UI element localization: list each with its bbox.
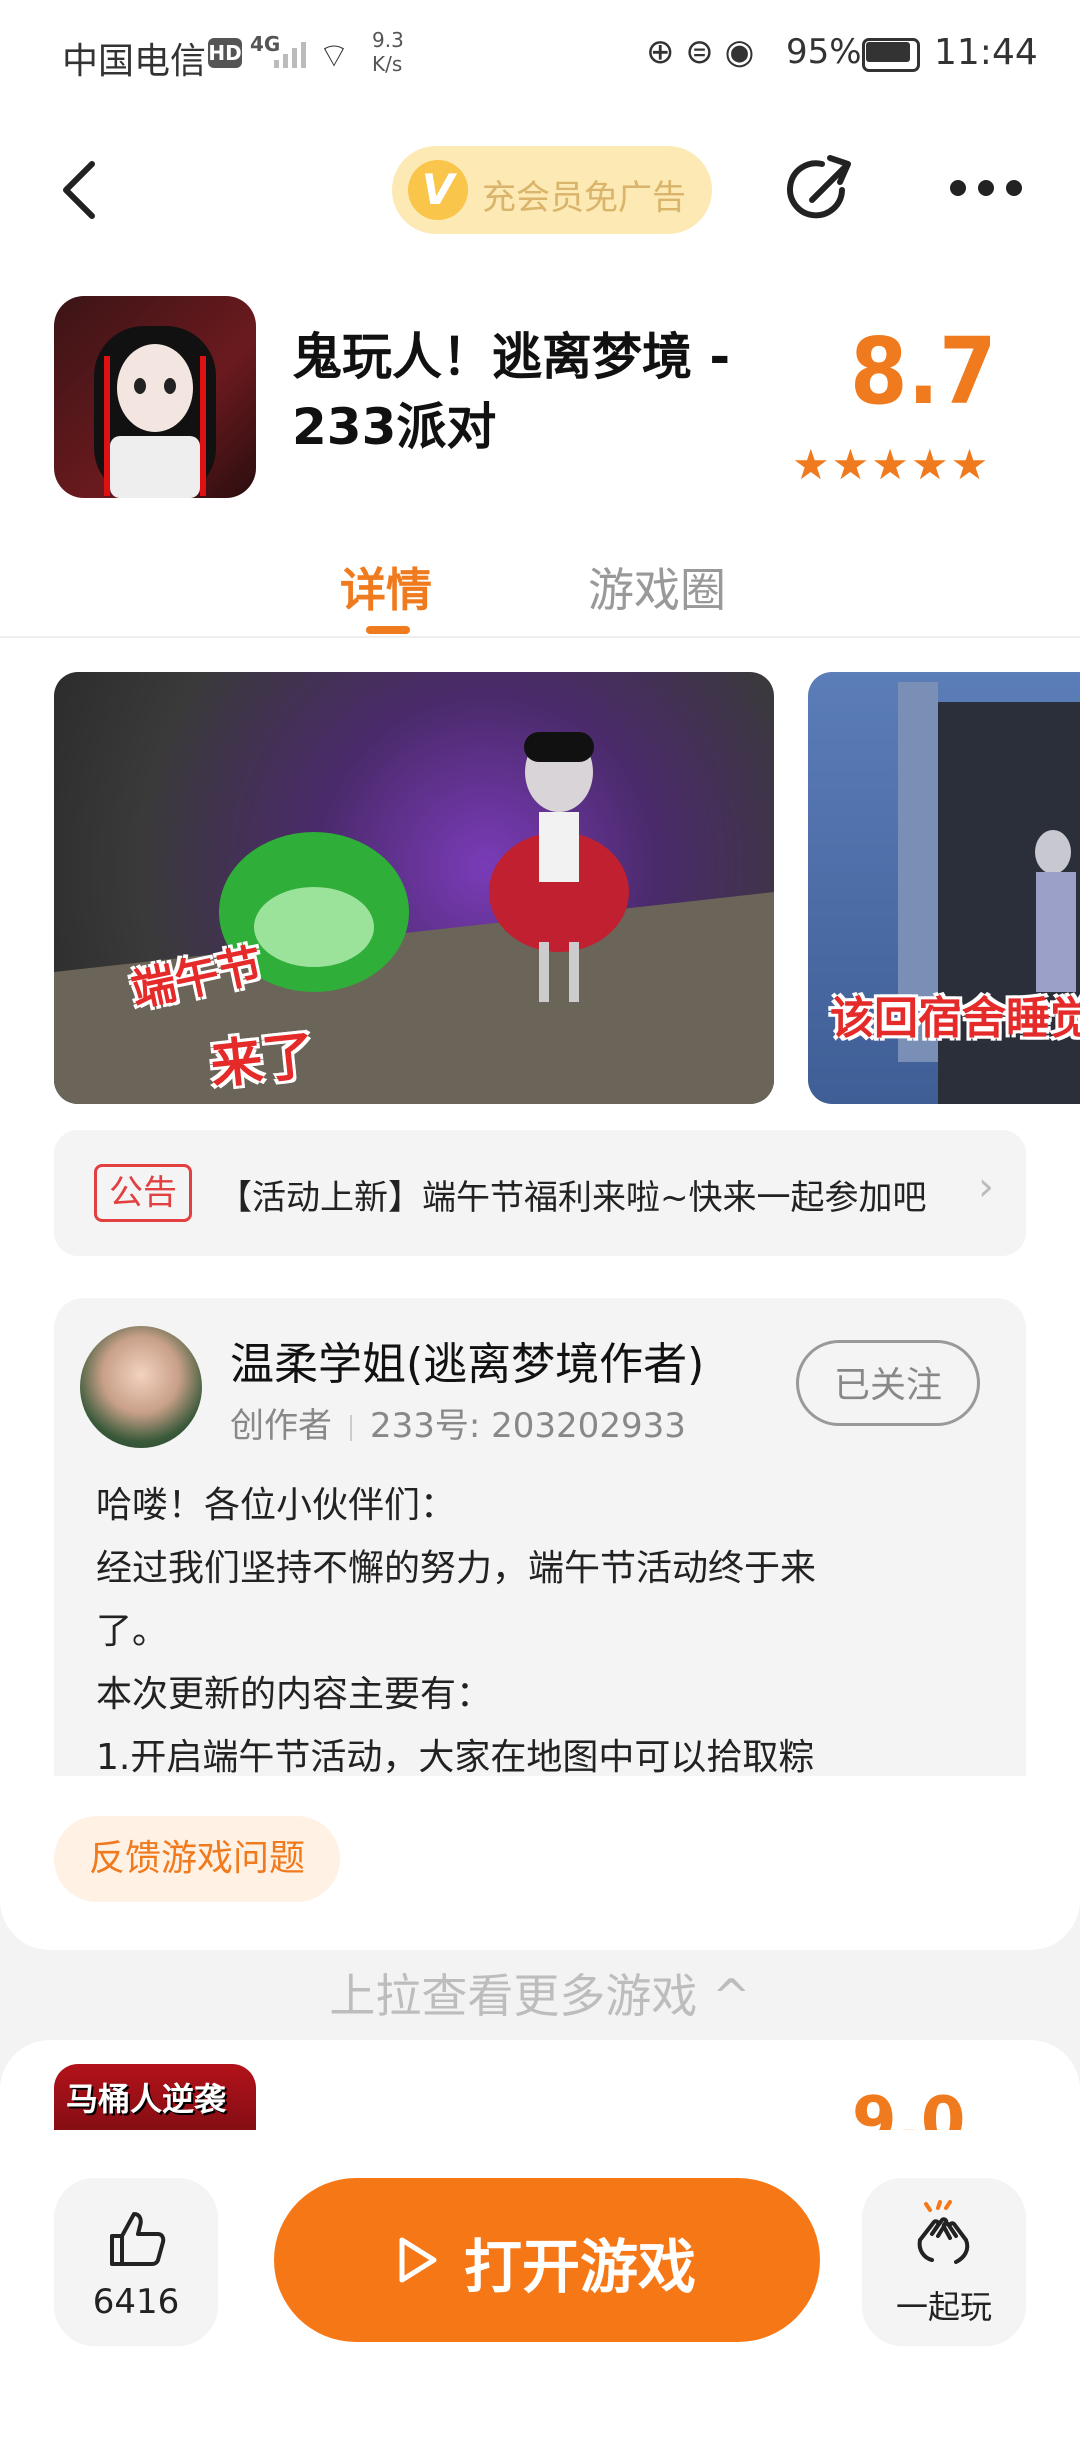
active-tab-indicator: [366, 626, 410, 634]
post-line: 1.开启端午节活动，大家在地图中可以拾取粽: [96, 1737, 815, 1776]
system-icons: ⊕ ⊜ ◉: [646, 32, 755, 72]
tab-game-circle[interactable]: 游戏圈: [588, 554, 726, 620]
screenshot-1[interactable]: [54, 672, 774, 1104]
meta-divider: [350, 1414, 352, 1441]
play-together-label: 一起玩: [895, 2288, 992, 2326]
post-line: 哈喽！各位小伙伴们：: [96, 1485, 457, 1526]
carrier-label: 中国电信: [62, 41, 207, 82]
tab-details[interactable]: 详情: [340, 554, 432, 620]
post-line: 经过我们坚持不懈的努力，端午节活动终于来: [96, 1548, 817, 1589]
back-arrow-icon[interactable]: [52, 150, 112, 230]
play-icon: [399, 2237, 437, 2283]
like-count: 6416: [92, 2282, 180, 2322]
next-game-icon-text: 马桶人逆袭: [66, 2080, 227, 2118]
announcement-bar[interactable]: 公告 【活动上新】端午节福利来啦~快来一起参加吧 ›: [54, 1130, 1026, 1256]
game-score: 8.7: [850, 318, 997, 425]
post-line: 了。: [96, 1611, 169, 1652]
open-game-button[interactable]: 打开游戏: [274, 2178, 820, 2342]
post-body: 哈喽！各位小伙伴们： 经过我们坚持不懈的努力，端午节活动终于来 了。 本次更新的…: [96, 1474, 996, 1776]
battery-level: [866, 42, 910, 62]
post-line: 本次更新的内容主要有：: [96, 1674, 493, 1715]
hd-icon: HD: [208, 38, 242, 68]
tab-divider: [0, 636, 1080, 638]
battery-percent: 95%: [786, 32, 862, 72]
author-name[interactable]: 温柔学姐(逃离梦境作者): [230, 1328, 704, 1392]
wifi-icon: ⌔: [318, 36, 350, 76]
thumbs-up-icon: [110, 2212, 166, 2266]
feedback-button[interactable]: 反馈游戏问题: [54, 1816, 340, 1902]
follow-button[interactable]: 已关注: [796, 1340, 980, 1426]
vip-label: 充会员免广告: [482, 178, 686, 218]
screenshot-2-caption: 该回宿舍睡觉: [830, 993, 1080, 1044]
status-bar: 中国电信 HD 4G ⌔ 9.3 K/s ⊕ ⊜ ◉ 95% 11:44: [0, 0, 1080, 110]
clock: 11:44: [934, 32, 1038, 73]
announcement-text: 【活动上新】端午节福利来啦~快来一起参加吧: [218, 1178, 927, 1218]
vip-ad-free-button[interactable]: V 充会员免广告: [392, 146, 712, 234]
screenshot-1-caption-line2: 来了: [207, 1025, 318, 1097]
author-post: 温柔学姐(逃离梦境作者) 创作者 233号: 203202933 已关注 哈喽！各…: [54, 1298, 1026, 1776]
rating-stars: ★★★★★: [792, 440, 991, 489]
author-avatar[interactable]: [80, 1326, 202, 1448]
play-together-button[interactable]: 一起玩: [862, 2178, 1026, 2346]
like-button[interactable]: 6416: [54, 2178, 218, 2346]
author-role: 创作者: [230, 1406, 332, 1446]
announcement-tag: 公告: [94, 1164, 192, 1222]
more-options-icon[interactable]: [950, 176, 1022, 200]
open-game-label: 打开游戏: [464, 2233, 697, 2301]
share-icon[interactable]: [782, 150, 862, 230]
author-meta: 创作者 233号: 203202933: [230, 1398, 686, 1447]
clapping-hands-icon: [917, 2200, 970, 2264]
signal-icon: [274, 42, 306, 68]
pull-up-hint: 上拉查看更多游戏 ^: [329, 1969, 751, 2023]
network-speed: 9.3 K/s: [372, 28, 404, 76]
chevron-right-icon: ›: [978, 1164, 994, 1210]
vip-badge-icon: V: [408, 160, 468, 220]
game-icon: [54, 296, 256, 498]
author-id: 233号: 203202933: [370, 1406, 686, 1446]
game-title: 鬼玩人！逃离梦境 - 233派对: [292, 328, 731, 456]
